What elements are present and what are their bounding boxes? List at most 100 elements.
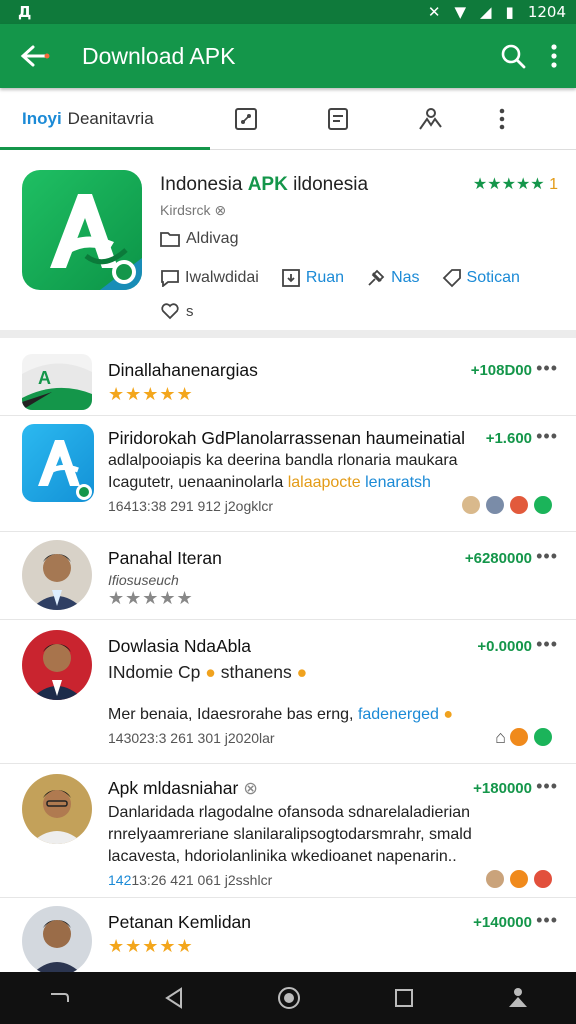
item-more-icon[interactable]: ••• bbox=[536, 910, 558, 931]
item-description-3: lacavesta, hdoriolanlinika wkedioanet na… bbox=[108, 848, 457, 865]
install-action[interactable]: Ruan bbox=[281, 268, 344, 288]
item-meta: 143023:3 261 301 j2020lar bbox=[108, 730, 275, 746]
item-more-icon[interactable]: ••• bbox=[536, 546, 558, 567]
item-price: +180000 bbox=[473, 780, 532, 797]
share-box-icon bbox=[235, 107, 257, 130]
item-rating-stars: ★★★★★ bbox=[108, 384, 194, 404]
svg-text:A: A bbox=[38, 368, 51, 388]
user-avatar bbox=[22, 630, 92, 700]
home-nav-icon[interactable] bbox=[277, 986, 301, 1010]
search-icon[interactable] bbox=[500, 43, 526, 69]
reaction-avatar bbox=[532, 868, 554, 890]
tab-bar: Inoyi Deanitavria bbox=[0, 88, 576, 150]
status-app-icon: Д bbox=[18, 3, 32, 21]
tab-share[interactable] bbox=[200, 107, 292, 131]
verified-icon: ⊗ bbox=[243, 778, 258, 798]
item-meta: 16413:38 291 912 j2ogklcr bbox=[108, 498, 274, 514]
back-button[interactable] bbox=[18, 39, 52, 73]
home-icon: ⌂ bbox=[495, 726, 506, 747]
item-more-icon[interactable]: ••• bbox=[536, 426, 558, 447]
overflow-menu-icon[interactable] bbox=[550, 43, 558, 69]
featured-app-developer: Kirdsrck ⊗ bbox=[160, 202, 227, 218]
smile-emoji-icon: ● bbox=[205, 662, 216, 682]
download-box-icon bbox=[281, 269, 300, 287]
item-description: adlalpooiapis ka deerina bandla rlonaria… bbox=[108, 452, 458, 469]
item-price: +0.0000 bbox=[477, 638, 532, 655]
tab-document[interactable] bbox=[292, 107, 384, 131]
smile-emoji-icon: ● bbox=[443, 706, 454, 723]
item-description: INdomie Cp ● sthanens ● bbox=[108, 662, 308, 682]
accessibility-icon[interactable] bbox=[507, 987, 529, 1009]
tab-active[interactable]: Inoyi Deanitavria bbox=[0, 88, 210, 150]
item-description-2: rnrelyaamreriane slanilaralipsogtodarsmr… bbox=[108, 826, 472, 843]
tag-action[interactable]: Sotican bbox=[442, 268, 520, 288]
tag-icon bbox=[442, 269, 461, 288]
reaction-avatar bbox=[532, 494, 554, 516]
item-more-icon[interactable]: ••• bbox=[536, 776, 558, 797]
item-title: Apk mldasniahar ⊗ bbox=[108, 778, 258, 798]
featured-app-category[interactable]: Aldivag bbox=[160, 230, 238, 248]
item-rating-stars: ★★★★★ bbox=[108, 588, 194, 608]
app-logo-icon[interactable] bbox=[22, 170, 142, 290]
featured-app-card: Indonesia APK ildonesia ★★★★★ 1 Kirdsrck… bbox=[0, 152, 576, 338]
item-description-2: Mer benaia, Idaesrorahe bas erng, fadene… bbox=[108, 706, 454, 723]
list-item[interactable]: Apk mldasniahar ⊗ +180000 ••• Danlaridad… bbox=[0, 764, 576, 898]
no-sound-icon: ✕ bbox=[427, 3, 441, 21]
item-description: Danlaridada rlagodalne ofansoda sdnarela… bbox=[108, 804, 471, 821]
signal-icon: ◢ bbox=[480, 3, 492, 21]
pin-icon bbox=[368, 269, 385, 286]
list-item[interactable]: A Dinallahanenargias ★★★★★ +108D00 ••• bbox=[0, 346, 576, 416]
item-more-icon[interactable]: ••• bbox=[536, 358, 558, 379]
heart-icon bbox=[161, 303, 179, 320]
app-bar: Download APK bbox=[0, 24, 576, 88]
tab-active-label-b: Deanitavria bbox=[67, 108, 154, 128]
user-avatar bbox=[22, 774, 92, 844]
app-thumbnail-icon: A bbox=[22, 354, 92, 410]
item-price: +1.600 bbox=[485, 430, 532, 447]
like-counter[interactable]: s bbox=[160, 302, 194, 320]
rating-count: 1 bbox=[549, 176, 558, 193]
item-more-icon[interactable]: ••• bbox=[536, 634, 558, 655]
wifi-icon: ▼ bbox=[454, 3, 466, 21]
tab-more[interactable] bbox=[476, 108, 528, 130]
user-avatar bbox=[22, 906, 92, 976]
tab-person[interactable] bbox=[384, 107, 476, 131]
verified-icon: ⊗ bbox=[214, 202, 227, 218]
reaction-avatar bbox=[508, 494, 530, 516]
item-rating-stars: ★★★★★ bbox=[108, 936, 194, 956]
battery-icon: ▮ bbox=[505, 3, 514, 21]
person-icon bbox=[419, 107, 442, 130]
item-price: +140000 bbox=[473, 914, 532, 931]
list-item[interactable]: Piridorokah GdPlanolarrassenan haumeinat… bbox=[0, 416, 576, 532]
item-title: Panahal Iteran bbox=[108, 548, 222, 568]
reaction-avatars bbox=[460, 494, 554, 516]
reaction-avatar bbox=[460, 494, 482, 516]
reaction-avatar bbox=[484, 494, 506, 516]
reaction-avatar bbox=[532, 726, 554, 748]
item-meta: 14213:26 421 061 j2sshlcr bbox=[108, 872, 273, 888]
app-list: A Dinallahanenargias ★★★★★ +108D00 ••• P… bbox=[0, 346, 576, 988]
item-title: Dinallahanenargias bbox=[108, 360, 258, 380]
reaction-avatars: ⌂ bbox=[495, 726, 554, 748]
reaction-avatar bbox=[508, 868, 530, 890]
back-nav-icon[interactable] bbox=[164, 987, 184, 1009]
rating-stars: ★★★★★ bbox=[472, 176, 545, 193]
featured-app-rating: ★★★★★ 1 bbox=[473, 174, 558, 194]
item-price: +6280000 bbox=[464, 550, 532, 567]
item-subtitle: Ifiosuseuch bbox=[108, 572, 179, 588]
overview-nav-icon[interactable] bbox=[394, 988, 414, 1008]
featured-app-title: Indonesia APK ildonesia bbox=[160, 174, 369, 195]
tab-active-label-a: Inoyi bbox=[22, 108, 62, 128]
list-item[interactable]: Dowlasia NdaAbla +0.0000 ••• INdomie Cp … bbox=[0, 620, 576, 764]
item-title: Piridorokah GdPlanolarrassenan haumeinat… bbox=[108, 428, 466, 448]
item-price: +108D00 bbox=[470, 362, 532, 379]
list-item[interactable]: Panahal Iteran Ifiosuseuch ★★★★★ +628000… bbox=[0, 532, 576, 620]
app-logo-icon bbox=[22, 424, 94, 502]
comment-action[interactable]: Iwalwdidai bbox=[160, 268, 259, 288]
reaction-avatar bbox=[508, 726, 530, 748]
recents-swipe-icon[interactable] bbox=[47, 990, 71, 1006]
share-action[interactable]: Nas bbox=[366, 268, 420, 288]
reaction-avatars bbox=[484, 868, 554, 890]
reaction-avatar bbox=[484, 868, 506, 890]
back-arrow-icon bbox=[20, 45, 50, 67]
